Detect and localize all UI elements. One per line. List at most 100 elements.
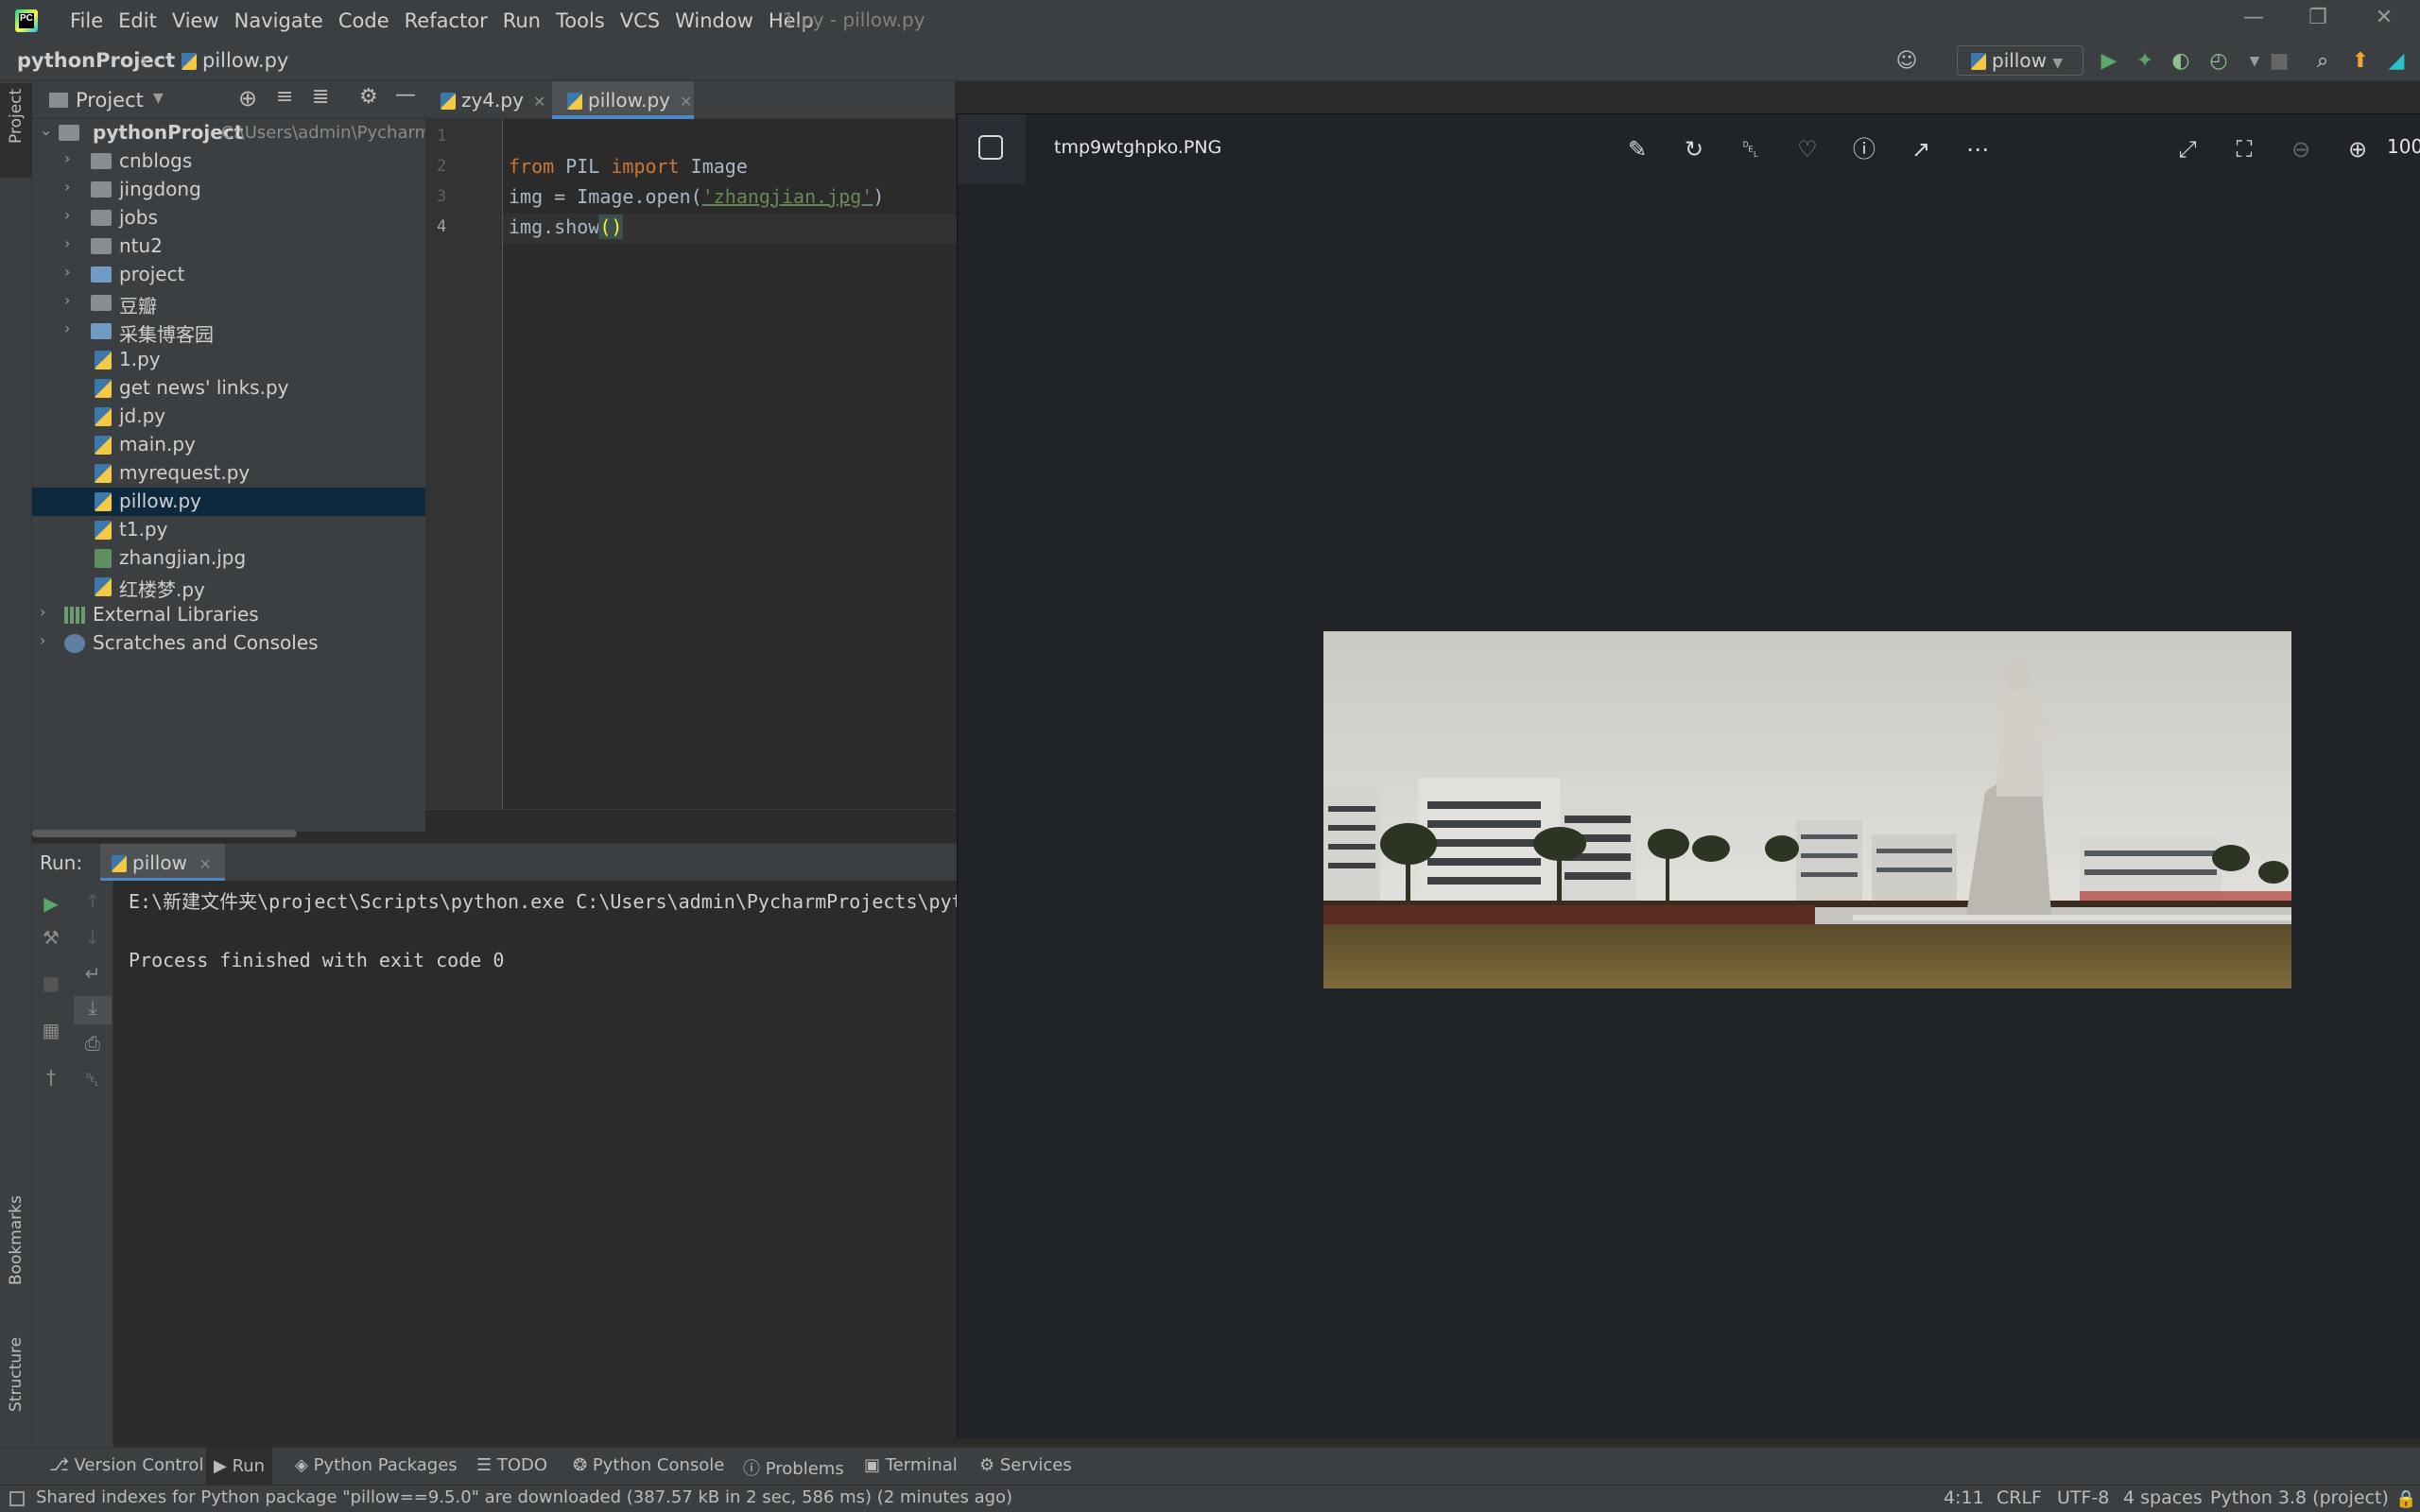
tree-item[interactable]: jd.py <box>32 403 425 431</box>
menu-file[interactable]: File <box>62 9 111 32</box>
run-tab-pillow[interactable]: pillow ✕ <box>100 844 225 882</box>
menu-navigate[interactable]: Navigate <box>227 9 331 32</box>
search-icon[interactable]: ⌕ <box>2310 49 2335 74</box>
tree-item[interactable]: › project <box>32 261 425 289</box>
debug-icon[interactable]: ✦ <box>2133 49 2157 74</box>
minimize-icon[interactable]: — <box>2227 6 2280 36</box>
layout-icon[interactable]: ▦ <box>32 1019 70 1047</box>
chevron-right-icon[interactable]: › <box>64 149 70 167</box>
menu-window[interactable]: Window <box>667 9 761 32</box>
toggle-tool-windows-icon[interactable] <box>9 1491 25 1506</box>
tab-pillow[interactable]: pillow.py ✕ <box>552 81 694 119</box>
share-icon[interactable]: ↗ <box>1905 133 1937 165</box>
zoom-in-icon[interactable]: ⊕ <box>2342 133 2374 165</box>
status-message[interactable]: Shared indexes for Python package "pillo… <box>36 1487 1012 1507</box>
chevron-right-icon[interactable]: › <box>64 234 70 252</box>
rerun-icon[interactable]: ▶ <box>32 892 70 920</box>
more-options-icon[interactable]: ⋯ <box>1962 133 1994 165</box>
arrow-down-icon[interactable]: ↓ <box>74 926 112 954</box>
tree-item[interactable]: › jobs <box>32 204 425 232</box>
run-icon[interactable]: ▶ <box>2097 49 2121 74</box>
breadcrumb-file[interactable]: pillow.py <box>182 49 288 72</box>
stop-icon[interactable]: ■ <box>32 971 70 1000</box>
breadcrumb-project[interactable]: pythonProject <box>17 49 175 72</box>
tool-tab-todo[interactable]: ☰ TODO <box>476 1455 547 1475</box>
chevron-right-icon[interactable]: › <box>64 178 70 196</box>
tool-tab-python-console[interactable]: ❂ Python Console <box>573 1455 724 1475</box>
run-console[interactable]: E:\新建文件夹\project\Scripts\python.exe C:\U… <box>113 881 1191 1448</box>
fullscreen-icon[interactable]: ⤢ <box>2171 133 2204 165</box>
python-interpreter[interactable]: Python 3.8 (project) <box>2210 1487 2389 1508</box>
tree-item[interactable]: zhangjian.jpg <box>32 544 425 573</box>
indent-setting[interactable]: 4 spaces <box>2123 1487 2203 1508</box>
tree-item[interactable]: myrequest.py <box>32 459 425 488</box>
bookmarks-tool-tab[interactable]: Bookmarks <box>7 1195 26 1285</box>
chevron-right-icon[interactable]: › <box>64 206 70 224</box>
tool-tab-terminal[interactable]: ▣ Terminal <box>864 1455 958 1475</box>
tree-item[interactable]: t1.py <box>32 516 425 544</box>
tree-item[interactable]: › cnblogs <box>32 147 425 176</box>
wrench-icon[interactable]: ⚒ <box>32 926 70 954</box>
fit-to-window-icon[interactable]: ⛶ <box>2228 133 2260 165</box>
tree-item-selected[interactable]: pillow.py <box>32 488 425 516</box>
user-icon[interactable]: ☺ <box>1894 49 1919 74</box>
tree-external-libraries[interactable]: › External Libraries <box>32 601 425 629</box>
tree-item[interactable]: › ntu2 <box>32 232 425 261</box>
tree-item[interactable]: 红楼梦.py <box>32 573 425 601</box>
menu-run[interactable]: Run <box>495 9 548 32</box>
scroll-to-end-icon[interactable]: ⤓ <box>74 996 112 1024</box>
tree-item[interactable]: main.py <box>32 431 425 459</box>
chevron-right-icon[interactable]: › <box>40 631 45 649</box>
tool-tab-version-control[interactable]: ⎇ Version Control <box>49 1455 203 1475</box>
chevron-down-icon[interactable]: ▼ <box>153 91 164 106</box>
menu-edit[interactable]: Edit <box>111 9 164 32</box>
rotate-icon[interactable]: ↻ <box>1678 133 1710 165</box>
chevron-down-icon[interactable]: ⌄ <box>40 121 52 139</box>
tree-item[interactable]: › 采集博客园 <box>32 318 425 346</box>
coverage-icon[interactable]: ◐ <box>2169 49 2193 74</box>
collapse-all-icon[interactable]: ≣ <box>312 85 329 109</box>
project-tool-tab[interactable]: Project <box>0 83 32 178</box>
tool-tab-problems[interactable]: ⓘ Problems <box>743 1455 844 1480</box>
run-configuration-select[interactable]: pillow ▼ <box>1957 45 2083 76</box>
code-editor[interactable]: from PIL import Image img = Image.open('… <box>503 119 957 809</box>
trash-icon[interactable]: ␡ <box>74 1068 112 1096</box>
tool-tab-python-packages[interactable]: ◈ Python Packages <box>295 1455 458 1475</box>
favorite-heart-icon[interactable]: ♡ <box>1791 133 1824 165</box>
tree-item[interactable]: › 豆瓣 <box>32 289 425 318</box>
info-icon[interactable]: ⓘ <box>1848 133 1880 165</box>
chevron-right-icon[interactable]: › <box>64 263 70 281</box>
zoom-out-icon[interactable]: ⊖ <box>2285 133 2317 165</box>
soft-wrap-icon[interactable]: ↵ <box>74 962 112 990</box>
edit-image-icon[interactable]: ✎ <box>1621 133 1653 165</box>
gear-icon[interactable]: ⚙ <box>359 85 378 109</box>
project-panel-title[interactable]: Project <box>76 89 144 112</box>
profile-icon[interactable]: ◴ <box>2206 49 2231 74</box>
chevron-right-icon[interactable]: › <box>64 319 70 337</box>
update-icon[interactable]: ⬆ <box>2348 49 2373 74</box>
close-tab-icon[interactable]: ✕ <box>680 93 692 111</box>
hide-panel-icon[interactable]: — <box>395 83 416 107</box>
pin-icon[interactable]: † <box>32 1066 70 1094</box>
print-icon[interactable]: ⎙ <box>74 1032 112 1060</box>
tree-scratches[interactable]: › Scratches and Consoles <box>32 629 425 658</box>
caret-position[interactable]: 4:11 <box>1944 1487 1984 1508</box>
more-run-chevron-icon[interactable]: ▼ <box>2242 49 2267 74</box>
delete-icon[interactable]: ␡ <box>1735 133 1767 165</box>
file-encoding[interactable]: UTF-8 <box>2057 1487 2109 1508</box>
tree-item[interactable]: get news' links.py <box>32 374 425 403</box>
menu-vcs[interactable]: VCS <box>613 9 667 32</box>
structure-tool-tab[interactable]: Structure <box>7 1337 26 1412</box>
expand-all-icon[interactable]: ≡ <box>276 85 293 109</box>
chevron-right-icon[interactable]: › <box>64 291 70 309</box>
tree-root[interactable]: ⌄ pythonProject C:\Users\admin\PycharmPr… <box>32 119 425 147</box>
menu-refactor[interactable]: Refactor <box>397 9 495 32</box>
arrow-up-icon[interactable]: ↑ <box>74 890 112 919</box>
menu-code[interactable]: Code <box>331 9 397 32</box>
tab-zy4[interactable]: zy4.py ✕ <box>425 81 548 119</box>
project-horizontal-scrollbar[interactable] <box>32 830 297 837</box>
chevron-right-icon[interactable]: › <box>40 603 45 621</box>
tool-tab-services[interactable]: ⚙ Services <box>979 1455 1072 1475</box>
tool-tab-run[interactable]: ▶ Run <box>206 1448 273 1486</box>
restore-icon[interactable]: ❐ <box>2291 6 2344 36</box>
